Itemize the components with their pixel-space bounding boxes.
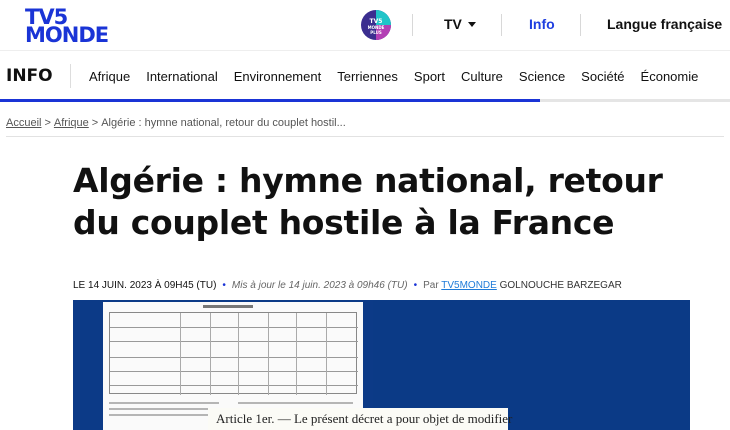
meta-separator: •	[413, 280, 418, 291]
meta-separator: •	[222, 280, 226, 291]
section-navbar: INFO Afrique International Environnement…	[0, 50, 730, 100]
header-divider	[412, 14, 413, 36]
breadcrumb-current: Algérie : hymne national, retour du coup…	[101, 117, 346, 129]
article-hero-image: Article 1er. — Le présent décret a pour …	[73, 300, 690, 430]
info-link[interactable]: Info	[529, 16, 555, 32]
author-name: GOLNOUCHE BARZEGAR	[499, 280, 622, 291]
language-selector[interactable]: Langue française	[607, 16, 722, 32]
reading-progress-bar	[0, 99, 540, 102]
publish-date: LE 14 JUIN. 2023 À 09H45 (TU)	[73, 280, 217, 291]
chevron-down-icon	[467, 21, 476, 27]
svg-text:PLUS: PLUS	[370, 30, 382, 35]
logo-line-2: MONDE	[25, 23, 109, 47]
article-title: Algérie : hymne national, retour du coup…	[73, 161, 663, 242]
nav-brand-info[interactable]: INFO	[6, 66, 53, 86]
nav-menu: Afrique International Environnement Terr…	[89, 69, 714, 84]
breadcrumb-home[interactable]: Accueil	[6, 117, 41, 129]
decree-text-snippet: Article 1er. — Le présent décret a pour …	[208, 408, 512, 430]
breadcrumb-divider	[6, 136, 724, 137]
nav-item-culture[interactable]: Culture	[461, 69, 503, 84]
author-org-link[interactable]: TV5MONDE	[441, 280, 497, 291]
tv5monde-logo[interactable]: TV5 MONDE	[25, 6, 120, 47]
svg-text:TV5: TV5	[370, 18, 383, 25]
decree-text: Article 1er. — Le présent décret a pour …	[216, 411, 513, 426]
nav-item-terriennes[interactable]: Terriennes	[337, 69, 398, 84]
nav-item-societe[interactable]: Société	[581, 69, 624, 84]
nav-item-afrique[interactable]: Afrique	[89, 69, 130, 84]
nav-item-international[interactable]: International	[146, 69, 218, 84]
byline-prefix: Par	[423, 280, 439, 291]
top-header: TV5 MONDE TV5 MONDE PLUS TV Info Langue …	[0, 0, 730, 50]
nav-item-economie[interactable]: Économie	[641, 69, 699, 84]
updated-date: Mis à jour le 14 juin. 2023 à 09h46 (TU)	[231, 280, 408, 291]
tv-dropdown[interactable]: TV	[444, 16, 476, 32]
tv-label: TV	[444, 16, 462, 32]
nav-item-science[interactable]: Science	[519, 69, 565, 84]
header-divider	[501, 14, 502, 36]
article-meta: LE 14 JUIN. 2023 À 09H45 (TU) • Mis à jour…	[73, 280, 622, 291]
breadcrumb: Accueil > Afrique > Algérie : hymne national…	[6, 117, 346, 129]
breadcrumb-section[interactable]: Afrique	[54, 117, 89, 129]
nav-item-sport[interactable]: Sport	[414, 69, 445, 84]
nav-item-environnement[interactable]: Environnement	[234, 69, 321, 84]
header-divider	[580, 14, 581, 36]
tv5monde-plus-logo[interactable]: TV5 MONDE PLUS	[360, 9, 392, 41]
nav-divider	[70, 64, 71, 88]
